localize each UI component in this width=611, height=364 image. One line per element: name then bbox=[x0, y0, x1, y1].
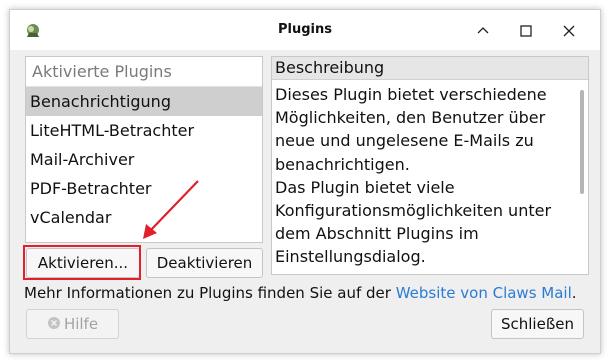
description-panel: Beschreibung Dieses Plugin bietet versch… bbox=[271, 56, 589, 275]
description-line: dem Abschnitt Plugins im bbox=[275, 224, 479, 244]
close-window-button[interactable] bbox=[558, 20, 580, 42]
description-line: Dieses Plugin bietet verschiedene bbox=[275, 85, 547, 104]
info-message: Mehr Informationen zu Plugins finden Sie… bbox=[24, 284, 396, 302]
description-line: neue und ungelesene E-Mails zu bbox=[275, 131, 534, 151]
minimize-icon bbox=[477, 27, 489, 34]
info-text: Mehr Informationen zu Plugins finden Sie… bbox=[24, 284, 577, 302]
maximize-button[interactable] bbox=[515, 20, 537, 42]
list-item[interactable]: Benachrichtigung bbox=[26, 87, 262, 116]
list-item[interactable]: Mail-Archiver bbox=[26, 145, 262, 174]
description-line: benachrichtigen. bbox=[275, 154, 410, 174]
title-bar: Plugins bbox=[10, 10, 600, 50]
description-line: Einstellungsdialog. bbox=[275, 247, 426, 267]
close-button[interactable]: Schließen bbox=[491, 309, 584, 339]
help-label: Hilfe bbox=[63, 315, 99, 333]
plugins-dialog: Plugins Aktivierte Plugins Benachrichtig… bbox=[9, 9, 601, 354]
description-header: Beschreibung bbox=[272, 57, 588, 80]
description-line: Das Plugin bietet viele bbox=[275, 177, 455, 197]
list-header[interactable]: Aktivierte Plugins bbox=[26, 57, 262, 87]
maximize-icon bbox=[520, 25, 532, 37]
list-item[interactable]: LiteHTML-Betrachter bbox=[26, 116, 262, 145]
annotation-arrow bbox=[143, 180, 199, 239]
annotation-highlight-box bbox=[23, 245, 141, 280]
minimize-button[interactable] bbox=[472, 20, 494, 42]
deactivate-button[interactable]: Deaktivieren bbox=[146, 248, 263, 278]
description-scrollbar[interactable] bbox=[580, 90, 584, 194]
help-icon bbox=[47, 311, 61, 339]
close-icon bbox=[563, 25, 575, 37]
description-text: Dieses Plugin bietet verschiedene Möglic… bbox=[272, 80, 588, 269]
info-suffix: . bbox=[571, 284, 577, 302]
help-button[interactable]: Hilfe bbox=[26, 309, 119, 339]
description-line: Möglichkeiten, den Benutzer über bbox=[275, 108, 546, 128]
claws-mail-website-link[interactable]: Website von Claws Mail bbox=[396, 284, 572, 302]
description-line: Konfigurationsmöglichkeiten unter bbox=[275, 201, 552, 221]
